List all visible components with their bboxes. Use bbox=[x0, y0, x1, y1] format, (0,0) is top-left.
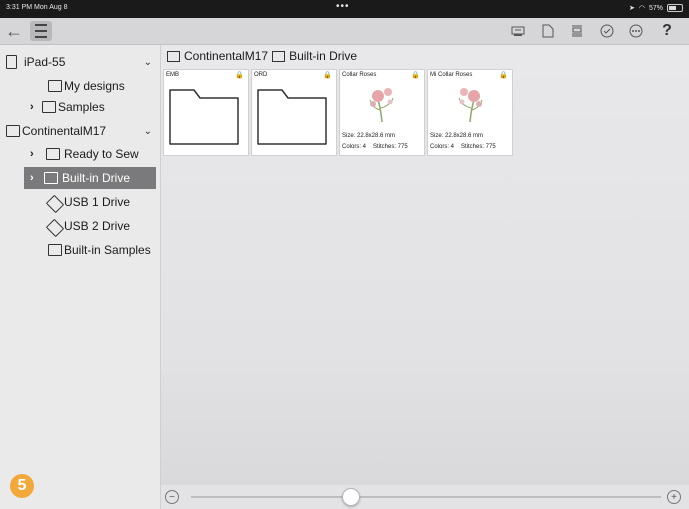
chevron-right-icon[interactable]: › bbox=[30, 101, 34, 113]
wifi-icon: ◠ bbox=[638, 5, 645, 12]
more-options-icon[interactable] bbox=[627, 21, 645, 41]
folder-icon bbox=[272, 50, 286, 62]
sidebar-item-samples[interactable]: › Samples bbox=[0, 96, 160, 118]
zoom-bar: − + bbox=[161, 485, 689, 509]
step-badge: 5 bbox=[10, 474, 34, 498]
machine-icon[interactable] bbox=[509, 21, 527, 41]
lock-icon: 🔒 bbox=[499, 72, 508, 79]
battery-icon bbox=[667, 4, 683, 12]
menu-icon bbox=[35, 22, 47, 40]
file-grid: EMB 🔒 ORD 🔒 Collar Roses 🔒 Size: 22.8x28… bbox=[163, 69, 513, 156]
design-tile-mi-collar-roses[interactable]: Mi Collar Roses 🔒 Size: 22.8x28.6 mm Col… bbox=[427, 69, 513, 156]
sidebar-toggle-button[interactable] bbox=[30, 21, 52, 41]
embroidery-preview-icon bbox=[458, 88, 483, 123]
sidebar: iPad-55 ⌄ My designs › Samples Continent… bbox=[0, 45, 161, 509]
usb-tag-icon bbox=[45, 194, 65, 214]
breadcrumb-location: Built-in Drive bbox=[289, 49, 358, 63]
multitask-dots[interactable]: ••• bbox=[336, 1, 350, 12]
folder-icon bbox=[257, 89, 327, 145]
sidebar-item-label: Built-in Samples bbox=[64, 243, 151, 257]
sidebar-item-built-in-drive[interactable]: › Built-in Drive bbox=[24, 167, 156, 189]
tile-stitches: Stitches: 775 bbox=[461, 144, 496, 150]
sidebar-item-usb2[interactable]: USB 2 Drive bbox=[0, 215, 160, 238]
lock-icon: 🔒 bbox=[323, 72, 332, 79]
usb-tag-icon bbox=[45, 218, 65, 238]
folder-icon bbox=[169, 89, 239, 145]
chevron-down-icon[interactable]: ⌄ bbox=[144, 57, 152, 68]
battery-percent: 57% bbox=[648, 4, 663, 12]
tile-size: Size: 22.8x28.6 mm bbox=[342, 133, 396, 139]
ipad-icon bbox=[6, 55, 17, 69]
zoom-slider-handle[interactable] bbox=[341, 488, 360, 506]
tile-colors: Colors: 4 bbox=[342, 144, 367, 150]
tile-name: ORD bbox=[254, 72, 268, 78]
sidebar-item-label: Samples bbox=[58, 100, 105, 114]
breadcrumb-machine[interactable]: ContinentalM17 bbox=[184, 49, 268, 63]
machine-icon bbox=[167, 50, 180, 62]
design-tile-collar-roses[interactable]: Collar Roses 🔒 Size: 22.8x28.6 mm Colors… bbox=[339, 69, 425, 156]
zoom-out-button[interactable]: − bbox=[165, 490, 179, 504]
folder-icon bbox=[48, 80, 62, 92]
tile-name: Mi Collar Roses bbox=[430, 72, 473, 78]
folder-tile-emb[interactable]: EMB 🔒 bbox=[163, 69, 249, 156]
sidebar-item-label: Built-in Drive bbox=[62, 171, 131, 185]
tile-colors: Colors: 4 bbox=[430, 144, 455, 150]
folder-icon bbox=[44, 172, 58, 184]
breadcrumb: ContinentalM17 Built-in Drive bbox=[167, 49, 357, 63]
sidebar-item-built-in-samples[interactable]: Built-in Samples bbox=[0, 239, 160, 261]
tile-size: Size: 22.8x28.6 mm bbox=[430, 133, 484, 139]
file-browser: ContinentalM17 Built-in Drive EMB 🔒 ORD … bbox=[161, 45, 689, 485]
back-button[interactable]: ← bbox=[4, 21, 24, 41]
tile-stitches: Stitches: 775 bbox=[373, 144, 408, 150]
toolbar: ← ? bbox=[0, 18, 689, 45]
zoom-slider-track[interactable] bbox=[191, 496, 661, 498]
folder-icon bbox=[48, 244, 62, 256]
sidebar-item-label: USB 1 Drive bbox=[64, 195, 131, 209]
lock-icon: 🔒 bbox=[235, 72, 244, 79]
help-button[interactable]: ? bbox=[658, 21, 676, 41]
status-time: 3:31 PM Mon Aug 8 bbox=[6, 4, 68, 11]
machine-icon bbox=[46, 148, 60, 160]
sidebar-item-label: USB 2 Drive bbox=[64, 219, 131, 233]
select-check-icon[interactable] bbox=[598, 21, 616, 41]
list-view-icon[interactable] bbox=[568, 21, 586, 41]
folder-icon bbox=[42, 101, 56, 113]
sidebar-item-label: Ready to Sew bbox=[64, 147, 139, 161]
chevron-down-icon[interactable]: ⌄ bbox=[144, 126, 152, 137]
new-file-icon[interactable] bbox=[539, 21, 557, 41]
chevron-right-icon[interactable]: › bbox=[30, 148, 34, 160]
chevron-right-icon[interactable]: › bbox=[30, 172, 34, 184]
sidebar-item-label: My designs bbox=[64, 79, 125, 93]
location-icon: ➤ bbox=[629, 5, 635, 12]
tile-name: Collar Roses bbox=[342, 72, 377, 78]
sidebar-item-usb1[interactable]: USB 1 Drive bbox=[0, 191, 160, 214]
sidebar-item-ready-to-sew[interactable]: › Ready to Sew bbox=[0, 143, 160, 165]
sidebar-item-ipad[interactable]: iPad-55 ⌄ bbox=[0, 51, 160, 73]
zoom-in-button[interactable]: + bbox=[667, 490, 681, 504]
machine-icon bbox=[6, 125, 20, 137]
lock-icon: 🔒 bbox=[411, 72, 420, 79]
sidebar-item-my-designs[interactable]: My designs bbox=[0, 75, 160, 97]
embroidery-preview-icon bbox=[369, 88, 394, 123]
sidebar-item-continental[interactable]: ContinentalM17 ⌄ bbox=[0, 120, 160, 142]
status-right: ➤ ◠ 57% bbox=[629, 4, 683, 12]
folder-tile-ord[interactable]: ORD 🔒 bbox=[251, 69, 337, 156]
sidebar-item-label: ContinentalM17 bbox=[22, 124, 107, 138]
tile-name: EMB bbox=[166, 72, 180, 78]
sidebar-item-label: iPad-55 bbox=[24, 55, 66, 69]
status-bar: 3:31 PM Mon Aug 8 ••• ➤ ◠ 57% bbox=[0, 0, 689, 18]
